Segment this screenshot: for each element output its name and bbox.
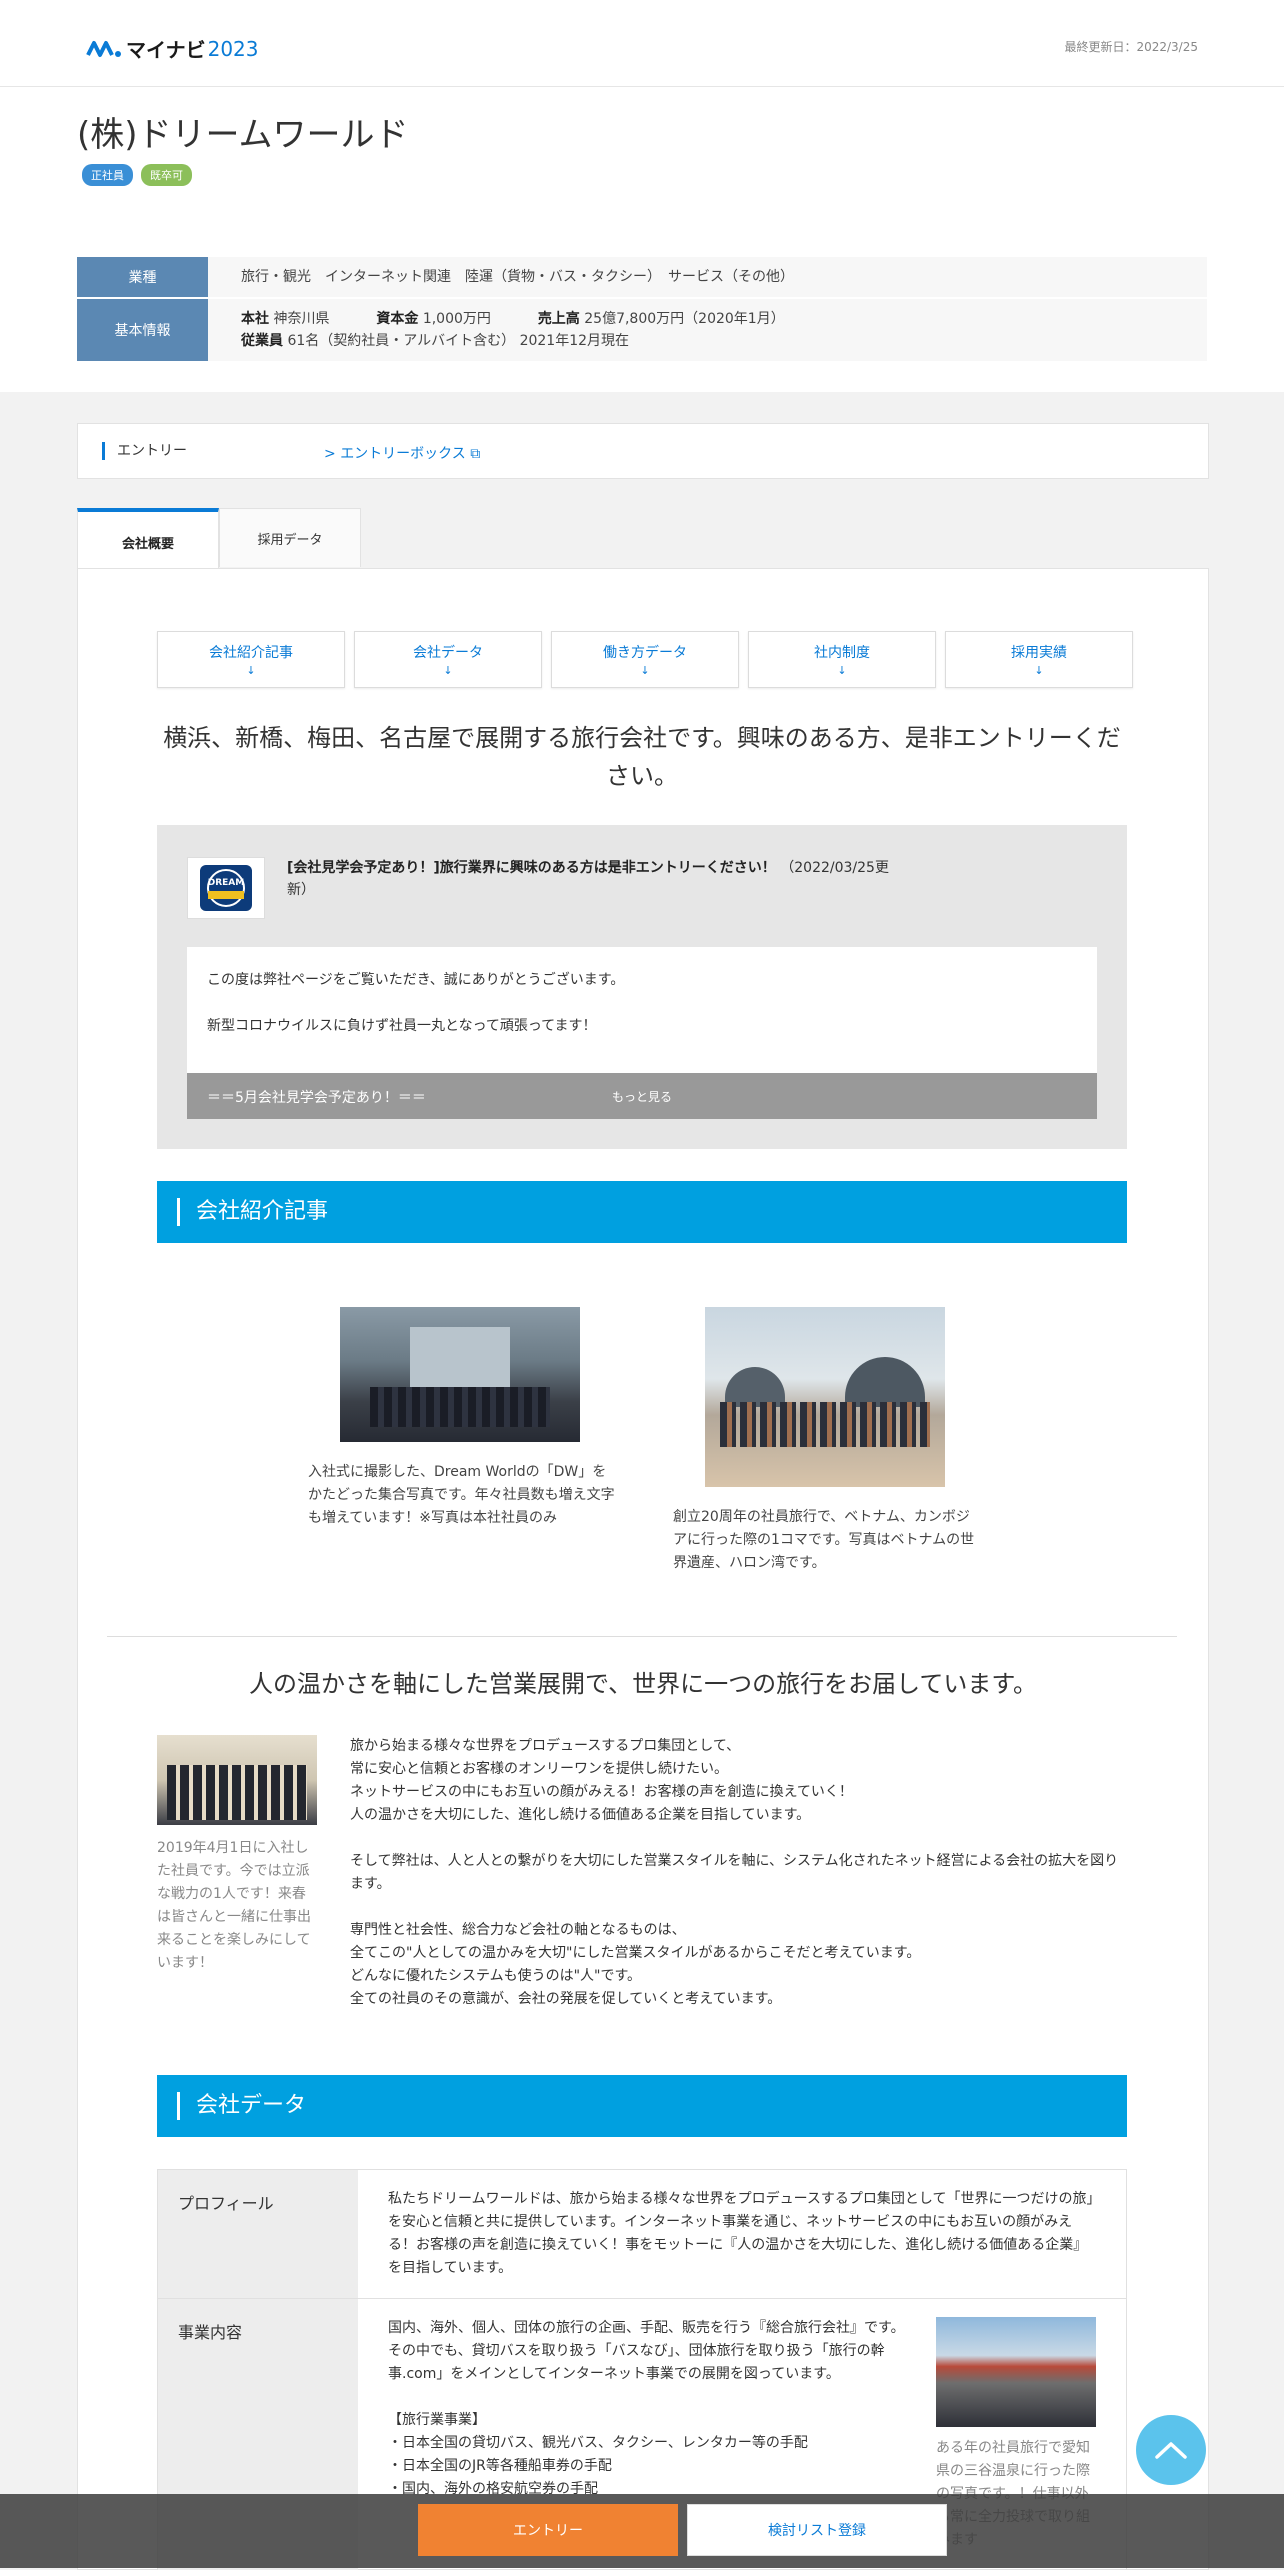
scroll-to-top-button[interactable] <box>1136 2415 1206 2485</box>
last-updated: 最終更新日：2022/3/25 <box>1064 40 1198 54</box>
news-title: [会社見学会予定あり！]旅行業界に興味のある方は是非エントリーください！ （20… <box>287 857 907 901</box>
quicknav-internal-system[interactable]: 社内制度 ↓ <box>748 631 936 688</box>
tab-company-overview[interactable]: 会社概要 <box>77 508 219 572</box>
company-name: (株)ドリームワールド <box>77 115 409 155</box>
hq-value: 神奈川県 <box>273 311 330 327</box>
logo-year: 2023 <box>207 36 259 61</box>
halong-bay-photo <box>705 1307 945 1487</box>
logo-text: DREAM <box>208 878 245 888</box>
quick-nav: 会社紹介記事 ↓ 会社データ ↓ 働き方データ ↓ 社内制度 ↓ 採用実績 ↓ <box>157 631 1133 688</box>
basic-info-label: 基本情報 <box>77 299 208 361</box>
quicknav-hiring-results[interactable]: 採用実績 ↓ <box>945 631 1133 688</box>
profile-row: プロフィール 私たちドリームワールドは、旅から始まる様々な世界をプロデュースする… <box>157 2169 1127 2298</box>
news-more-bar[interactable]: ＝＝5月会社見学会予定あり！＝＝ もっと見る <box>187 1073 1097 1119</box>
tag-graduate-ok: 既卒可 <box>141 164 192 186</box>
profile-label: プロフィール <box>158 2170 358 2298</box>
catchphrase: 横浜、新橋、梅田、名古屋で展開する旅行会社です。興味のある方、是非エントリーくだ… <box>163 724 1121 790</box>
article-paragraph: 全ての社員のその意識が、会社の発展を促していくと考えています。 <box>350 1991 782 2007</box>
bottom-action-bar: エントリー 検討リスト登録 <box>0 2494 1284 2568</box>
basic-info-row: 基本情報 本社 神奈川県 資本金 1,000万円 売上高 25億7,800万円（… <box>77 299 1207 361</box>
article-paragraph: そして弊社は、人と人との繋がりを大切にした営業スタイルを軸に、システム化されたネ… <box>350 1853 1119 1892</box>
news-headline: [会社見学会予定あり！]旅行業界に興味のある方は是非エントリーください！ <box>287 860 776 876</box>
article-paragraph: 全てこの"人としての温かみを大切"にした営業スタイルがあるからこそだと考えていま… <box>350 1945 921 1961</box>
read-more-button[interactable]: もっと見る <box>612 1088 672 1105</box>
arrow-down-icon: ↓ <box>246 664 256 677</box>
entry-box-link-text: エントリーボックス <box>340 446 466 462</box>
capital-label: 資本金 <box>376 311 419 327</box>
entry-label: エントリー <box>102 442 187 460</box>
logo-text: マイナビ <box>126 38 206 62</box>
quicknav-intro-article[interactable]: 会社紹介記事 ↓ <box>157 631 345 688</box>
sales-label: 売上高 <box>537 311 580 327</box>
industry-value: 旅行・観光 インターネット関連 陸運（貨物・バス・タクシー） サービス（その他） <box>241 269 794 285</box>
dream-world-logo-icon: DREAM <box>200 865 252 911</box>
chevron-right-icon: > <box>324 446 336 462</box>
news-line-1: この度は弊社ページをご覧いただき、誠にありがとうございます。 <box>207 972 625 988</box>
article-paragraph: ネットサービスの中にもお互いの顔がみえる！お客様の声を創造に換えていく！ <box>350 1784 853 1800</box>
business-description: 国内、海外、個人、団体の旅行の企画、手配、販売を行う『総合旅行会社』です。その中… <box>388 2320 905 2382</box>
capital-value: 1,000万円 <box>422 311 491 327</box>
article-paragraph: 旅から始まる様々な世界をプロデュースするプロ集団として、 <box>350 1738 741 1754</box>
entry-bar: エントリー > エントリーボックス ⧉ <box>77 423 1209 479</box>
quicknav-label: 働き方データ <box>603 645 687 661</box>
arrow-down-icon: ↓ <box>1034 664 1044 677</box>
travel-item: ・日本全国のJR等各種船車券の手配 <box>388 2458 612 2474</box>
company-header: (株)ドリームワールド 正社員 既卒可 業種 旅行・観光 インターネット関連 陸… <box>0 87 1284 392</box>
quicknav-label: 会社紹介記事 <box>209 645 293 661</box>
tab-bar: 会社概要 採用データ <box>77 508 361 572</box>
company-logo: DREAM <box>187 857 265 919</box>
article-paragraph: 専門性と社会性、総合力など会社の軸となるものは、 <box>350 1922 686 1938</box>
quicknav-work-style[interactable]: 働き方データ ↓ <box>551 631 739 688</box>
mynavi-mark-icon <box>86 40 121 57</box>
arrow-down-icon: ↓ <box>640 664 650 677</box>
employment-tags: 正社員 既卒可 <box>82 164 192 186</box>
overview-panel: 会社紹介記事 ↓ 会社データ ↓ 働き方データ ↓ 社内制度 ↓ 採用実績 ↓ 横浜、新橋… <box>77 568 1209 2570</box>
section-header-company-data: 会社データ <box>157 2075 1127 2137</box>
arrow-down-icon: ↓ <box>837 664 847 677</box>
section-title: 会社紹介記事 <box>177 1198 328 1226</box>
divider <box>107 1636 1177 1637</box>
entrance-ceremony-photo <box>340 1307 580 1442</box>
travel-item: ・日本全国の貸切バス、観光バス、タクシー、レンタカー等の手配 <box>388 2435 808 2451</box>
article-paragraph: 人の温かさを大切にした、進化し続ける価値ある企業を目指しています。 <box>350 1807 811 1823</box>
travel-heading: 【旅行業事業】 <box>388 2412 486 2428</box>
article-paragraph: 常に安心と信頼とお客様のオンリーワンを提供し続けたい。 <box>350 1761 728 1777</box>
profile-value: 私たちドリームワールドは、旅から始まる様々な世界をプロデュースするプロ集団として… <box>388 2191 1094 2276</box>
quicknav-company-data[interactable]: 会社データ ↓ <box>354 631 542 688</box>
tab-recruitment-data[interactable]: 採用データ <box>219 508 361 567</box>
company-trip-photo <box>936 2317 1096 2427</box>
industry-label: 業種 <box>77 257 208 297</box>
entry-button[interactable]: エントリー <box>418 2504 678 2556</box>
industry-row: 業種 旅行・観光 インターネット関連 陸運（貨物・バス・タクシー） サービス（そ… <box>77 257 1207 297</box>
entry-box-link[interactable]: > エントリーボックス ⧉ <box>324 443 480 463</box>
arrow-down-icon: ↓ <box>443 664 453 677</box>
quicknav-label: 採用実績 <box>1011 645 1067 661</box>
tag-fulltime: 正社員 <box>82 164 133 186</box>
hq-label: 本社 <box>241 311 269 327</box>
external-window-icon: ⧉ <box>470 446 481 462</box>
photo-caption-2: 創立20周年の社員旅行で、ベトナム、カンボジアに行った際の1コマです。写真はベト… <box>673 1509 975 1571</box>
section-title: 会社データ <box>177 2092 306 2120</box>
add-to-list-button[interactable]: 検討リスト登録 <box>687 2504 947 2556</box>
section-header-intro: 会社紹介記事 <box>157 1181 1127 1243</box>
employees-value: 61名（契約社員・アルバイト含む） 2021年12月現在 <box>287 333 630 349</box>
article-heading: 人の温かさを軸にした営業展開で、世界に一つの旅行をお届しています。 <box>249 1670 1037 1698</box>
site-header: マイナビ 2023 最終更新日：2022/3/25 <box>0 0 1284 87</box>
news-body: この度は弊社ページをご覧いただき、誠にありがとうございます。 新型コロナウイルス… <box>187 947 1097 1119</box>
news-line-2: 新型コロナウイルスに負けず社員一丸となって頑張ってます！ <box>207 1018 597 1034</box>
side-photo-caption: 2019年4月1日に入社した社員です。今では立派な戦力の1人です！来春は皆さんと… <box>157 1840 311 1971</box>
quicknav-label: 社内制度 <box>814 645 870 661</box>
news-line-3: ＝＝5月会社見学会予定あり！＝＝ <box>207 1090 426 1106</box>
news-box: DREAM [会社見学会予定あり！]旅行業界に興味のある方は是非エントリーくださ… <box>157 825 1127 1149</box>
new-employees-photo <box>157 1735 317 1825</box>
basic-info-value: 本社 神奈川県 資本金 1,000万円 売上高 25億7,800万円（2020年… <box>208 299 1207 361</box>
photo-caption-1: 入社式に撮影した、Dream Worldの「DW」をかたどった集合写真です。年々… <box>308 1464 615 1526</box>
article-paragraph: どんなに優れたシステムも使うのは"人"です。 <box>350 1968 642 1984</box>
sales-value: 25億7,800万円（2020年1月） <box>584 311 785 327</box>
employees-label: 従業員 <box>241 333 283 349</box>
chevron-up-icon <box>1155 2442 1187 2459</box>
quicknav-label: 会社データ <box>413 645 483 661</box>
article-body: 旅から始まる様々な世界をプロデュースするプロ集団として、 常に安心と信頼とお客様… <box>350 1735 1130 2011</box>
mynavi-logo[interactable]: マイナビ 2023 <box>86 34 259 63</box>
